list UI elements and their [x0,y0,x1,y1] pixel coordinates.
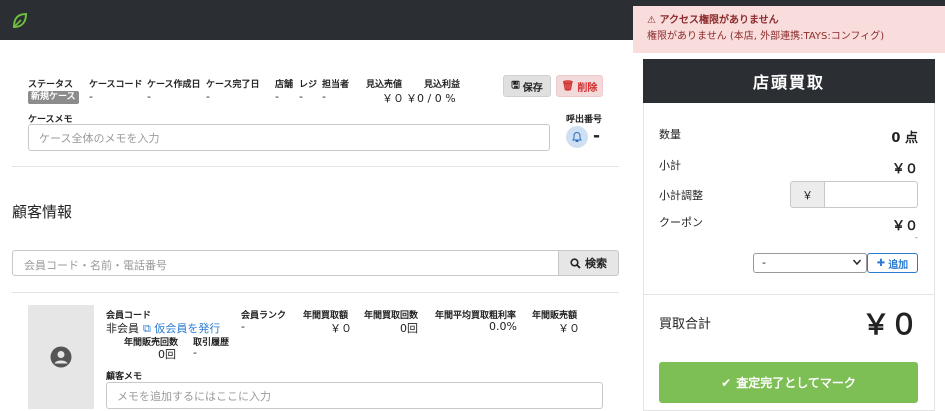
issue-temp-member-label: 仮会員を発行 [154,322,221,335]
staff-label: 担当者 [322,80,350,90]
case-code-label: ケースコード [89,80,143,90]
coupon-select-value: - [762,256,766,269]
customer-memo-label: 顧客メモ [106,372,143,382]
total-label: 買取合計 [659,317,712,332]
annual-sales-amount-value: ￥０ [558,322,580,335]
customer-memo-input[interactable]: メモを追加するにはここに入力 [106,382,603,409]
chevron-down-icon [852,259,862,266]
adjust-currency-addon: ￥ [790,181,825,208]
divider [12,292,619,293]
quantity-value: 0 点 [891,131,918,146]
rank-label: 会員ランク [241,311,287,321]
external-link-icon: ⧉ [143,322,151,335]
search-button-label: 検索 [585,257,607,270]
warning-icon: ⚠ [647,15,656,26]
save-label: 保存 [522,82,543,94]
access-denied-alert: ⚠ アクセス権限がありません 権限がありません (本店, 外部連携:TAYS:コ… [633,6,945,53]
completed-date-label: ケース完了日 [206,80,260,90]
customer-search-button[interactable]: 検索 [558,250,619,276]
alert-title: アクセス権限がありません [659,15,779,26]
staff-value: - [322,90,326,103]
issue-temp-member-link[interactable]: ⧉ 仮会員を発行 [143,320,220,336]
coupon-sub-value: - [914,233,918,243]
expected-profit-label: 見込利益 [424,80,461,90]
subtotal-adjust-label: 小計調整 [659,189,703,202]
store-value: - [275,90,279,103]
subtotal-label: 小計 [659,159,681,172]
case-code-value: - [89,90,93,103]
divider [643,294,935,295]
customer-search-input[interactable]: 会員コード・名前・電話番号 [12,250,559,276]
status-label: ステータス [28,80,74,90]
register-label: レジ [299,80,318,90]
subtotal-value: ￥０ [891,162,918,177]
annual-buy-amount-value: ￥０ [330,322,352,335]
customer-section-title: 顧客情報 [12,203,73,221]
rank-value: - [241,320,245,333]
check-icon: ✔ [721,375,732,390]
bell-icon[interactable] [566,126,588,148]
store-label: 店舗 [275,80,294,90]
add-coupon-button[interactable]: ✚ 追加 [867,253,918,273]
history-label: 取引履歴 [193,338,230,348]
alert-message: 権限がありません (本店, 外部連携:TAYS:コンフィグ) [647,31,885,42]
add-coupon-label: 追加 [888,259,909,271]
member-value: 非会員 [106,322,139,335]
leaf-logo-icon[interactable] [12,12,28,29]
created-date-value: - [147,90,151,103]
annual-sales-count-value: 0回 [158,348,176,361]
quantity-label: 数量 [659,128,681,141]
coupon-label: クーポン [659,216,703,229]
search-icon [570,257,581,269]
user-icon [50,346,72,368]
register-value: - [299,90,303,103]
expected-profit-value: ￥0 / 0 % [406,92,456,105]
coupon-select[interactable]: - [753,253,867,273]
call-number-label: 呼出番号 [566,115,603,125]
save-icon: 🖫 [511,79,520,91]
completed-date-value: - [206,90,210,103]
expected-sales-value: ￥０ [382,92,404,105]
subtotal-adjust-input[interactable] [824,181,918,208]
history-value: - [193,346,197,359]
mark-complete-label: 査定完了としてマーク [736,376,856,390]
case-memo-input[interactable]: ケース全体のメモを入力 [28,124,550,151]
expected-sales-label: 見込売値 [366,80,403,90]
delete-label: 削除 [577,82,598,94]
annual-buy-count-value: 0回 [400,322,418,335]
status-badge: 新規ケース [28,91,79,104]
save-button[interactable]: 🖫 保存 [503,75,551,97]
annual-margin-value: 0.0% [489,320,517,333]
delete-button[interactable]: 🗑 削除 [556,75,603,97]
side-panel-title: 店頭買取 [643,59,935,103]
mark-complete-button[interactable]: ✔ 査定完了としてマーク [659,362,918,403]
call-number-value: - [593,126,601,146]
trash-icon: 🗑 [561,80,575,92]
avatar [28,305,94,409]
total-value: ￥０ [861,308,918,341]
divider [12,166,619,167]
plus-icon: ✚ [876,257,886,269]
created-date-label: ケース作成日 [147,80,201,90]
coupon-value: ￥０ [891,219,918,234]
